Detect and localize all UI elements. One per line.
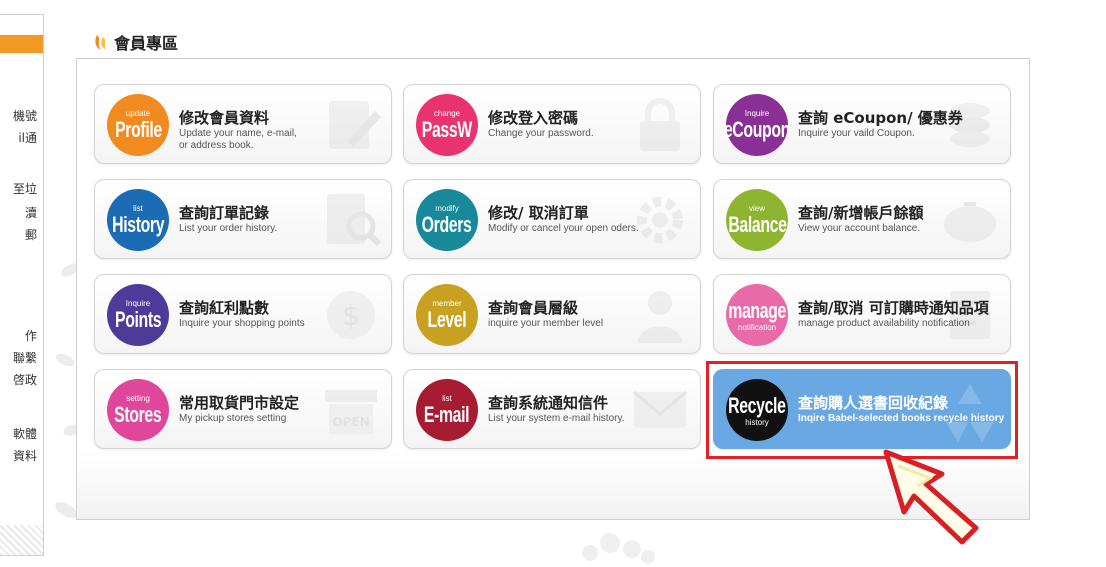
store-icon: OPEN xyxy=(325,390,377,434)
card-subtitle: List your order history. xyxy=(179,223,278,234)
dollar-coin-icon: $ xyxy=(327,291,375,339)
badge-big-text: Orders xyxy=(422,211,472,237)
badge-big-text: Stores xyxy=(114,401,162,427)
svg-text:$: $ xyxy=(342,299,360,332)
badge-big-text: Profile xyxy=(114,116,162,142)
sidebar-orange-bar xyxy=(0,35,43,53)
menu-card-recycle[interactable]: Recycle history 查詢購人選書回收紀錄 Inqire Babel-sel… xyxy=(713,369,1011,449)
card-badge-icon: view Balance xyxy=(726,189,788,251)
card-title: 修改登入密碼 xyxy=(488,109,579,127)
sidebar-text: 資料 xyxy=(12,449,37,463)
card-badge-icon: modify Orders xyxy=(416,189,478,251)
card-subtitle: Inquire your shopping points xyxy=(179,318,305,329)
card-badge-icon: manage notification xyxy=(726,284,788,346)
card-title: 查詢會員層級 xyxy=(488,299,579,317)
flame-icon xyxy=(95,35,106,50)
menu-card-manage[interactable]: manage notification 查詢/取消 可訂購時通知品項 manage p… xyxy=(713,274,1011,354)
lock-icon xyxy=(640,98,680,151)
menu-card-ecoupon[interactable]: Inquire eCoupon 查詢 eCoupon/ 優惠券 Inquire you… xyxy=(713,84,1011,164)
sidebar-text: il通 xyxy=(18,131,37,145)
document-search-icon xyxy=(327,194,382,247)
card-title: 查詢購人選書回收紀錄 xyxy=(798,394,949,412)
card-subtitle: Modify or cancel your open oders. xyxy=(488,223,639,234)
card-subtitle: Inqire Babel-selected books recycle hist… xyxy=(798,413,1005,424)
menu-card-profile[interactable]: update Profile 修改會員資料 Update your name, e-m… xyxy=(94,84,392,164)
badge-big-text: E-mail xyxy=(424,401,470,427)
left-sidebar: 機號 il通 至垃 瀆 郵 作 聯繫 啓政 軟體 資料 xyxy=(0,14,44,556)
card-badge-icon: setting Stores xyxy=(107,379,169,441)
card-title: 修改會員資料 xyxy=(179,109,270,127)
sidebar-text: 聯繫 xyxy=(12,351,37,365)
section-title: 會員專區 xyxy=(94,30,178,54)
badge-small-text: notification xyxy=(737,322,777,332)
sidebar-text: 瀆 xyxy=(24,206,37,220)
card-title: 查詢/新增帳戶餘額 xyxy=(798,204,924,222)
gear-icon xyxy=(637,197,683,243)
menu-card-passw[interactable]: change PassW 修改登入密碼 Change your password. xyxy=(403,84,701,164)
person-icon xyxy=(638,291,682,343)
badge-big-text: eCoupon xyxy=(723,116,791,142)
svg-text:OPEN: OPEN xyxy=(332,415,369,429)
badge-small-text: history xyxy=(745,417,769,427)
card-subtitle: inquire your member level xyxy=(488,318,604,329)
sidebar-text: 機號 xyxy=(12,109,37,123)
card-badge-icon: update Profile xyxy=(107,94,169,156)
card-title: 常用取貨門市設定 xyxy=(179,394,300,412)
card-title: 查詢訂單記錄 xyxy=(179,204,270,222)
piggy-bank-icon xyxy=(944,202,996,242)
sidebar-text: 啓政 xyxy=(12,373,37,387)
menu-card-orders[interactable]: modify Orders 修改/ 取消訂單 Modify or cancel you… xyxy=(403,179,701,259)
card-subtitle: List your system e-mail history. xyxy=(488,413,625,424)
page-title: 會員專區 xyxy=(114,34,179,53)
card-subtitle: My pickup stores setting xyxy=(179,413,287,424)
menu-card-email[interactable]: list E-mail 查詢系統通知信件 List your system e-mai… xyxy=(403,369,701,449)
sidebar-text: 郵 xyxy=(24,228,37,242)
edit-icon xyxy=(329,101,381,149)
badge-big-text: Balance xyxy=(727,211,787,237)
card-title: 查詢/取消 可訂購時通知品項 xyxy=(798,299,989,317)
card-title: 修改/ 取消訂單 xyxy=(488,204,589,222)
card-badge-icon: Recycle history xyxy=(726,379,788,441)
card-title: 查詢 eCoupon/ 優惠券 xyxy=(798,109,963,127)
badge-big-text: PassW xyxy=(421,116,473,142)
card-badge-icon: Inquire Points xyxy=(107,284,169,346)
badge-big-text: manage xyxy=(728,297,786,323)
menu-card-level[interactable]: member Level 查詢會員層級 inquire your member lev… xyxy=(403,274,701,354)
sidebar-text: 至垃 xyxy=(12,182,37,196)
card-badge-icon: list History xyxy=(107,189,169,251)
sidebar-text: 作 xyxy=(24,329,37,343)
card-badge-icon: change PassW xyxy=(416,94,478,156)
menu-card-stores[interactable]: OPEN setting Stores 常用取貨門市設定 My pickup store… xyxy=(94,369,392,449)
card-title: 查詢紅利點數 xyxy=(179,299,270,317)
badge-big-text: Recycle xyxy=(728,392,786,418)
card-title: 查詢系統通知信件 xyxy=(488,394,609,412)
badge-big-text: Points xyxy=(114,306,162,332)
card-subtitle: View your account balance. xyxy=(798,223,921,234)
card-badge-icon: member Level xyxy=(416,284,478,346)
menu-card-balance[interactable]: view Balance 查詢/新增帳戶餘額 View your account ba… xyxy=(713,179,1011,259)
menu-card-history[interactable]: list History 查詢訂單記錄 List your order history… xyxy=(94,179,392,259)
card-badge-icon: list E-mail xyxy=(416,379,478,441)
menu-card-points[interactable]: $ Inquire Points 查詢紅利點數 Inquire your shoppin… xyxy=(94,274,392,354)
card-subtitle: Change your password. xyxy=(488,128,594,139)
badge-big-text: Level xyxy=(427,306,467,332)
card-badge-icon: Inquire eCoupon xyxy=(723,94,791,156)
card-subtitle: manage product availability notification xyxy=(798,318,970,329)
envelope-icon xyxy=(633,390,687,428)
sidebar-pattern xyxy=(0,525,43,555)
sidebar-text: 軟體 xyxy=(12,427,37,441)
card-subtitle: Update your name, e-mail, or address boo… xyxy=(179,128,297,151)
card-subtitle: Inquire your vaild Coupon. xyxy=(798,128,915,139)
tree-decoration-icon xyxy=(582,533,655,564)
badge-big-text: History xyxy=(111,211,165,237)
